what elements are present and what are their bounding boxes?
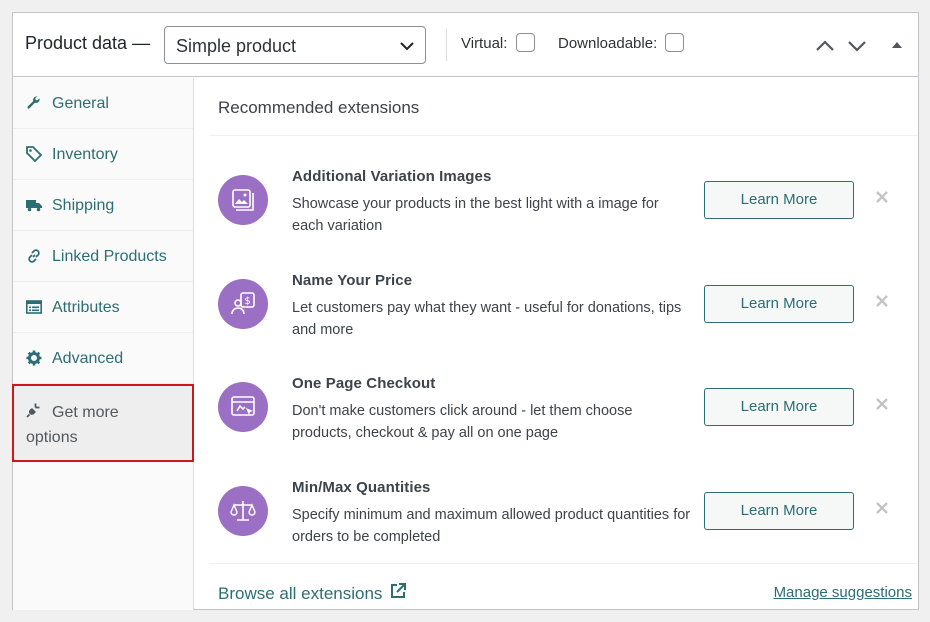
move-down-icon[interactable]: [846, 35, 868, 57]
product-type-select[interactable]: Simple product: [164, 26, 426, 64]
tab-inventory[interactable]: Inventory: [13, 129, 193, 180]
list-card-icon: [26, 300, 42, 314]
tab-label: Advanced: [52, 350, 124, 367]
wrench-icon: [27, 96, 40, 109]
learn-more-button[interactable]: Learn More: [704, 181, 854, 219]
external-link-icon[interactable]: [389, 582, 407, 600]
extension-description: Let customers pay what they want - usefu…: [292, 300, 682, 338]
price-icon: $: [218, 279, 268, 329]
browse-all-extensions-link[interactable]: Browse all extensions: [218, 584, 382, 604]
tab-advanced[interactable]: Advanced: [13, 333, 193, 384]
close-icon[interactable]: [875, 397, 889, 411]
product-data-tabs: General Inventory Shipping Linked Produc…: [12, 78, 194, 610]
tab-label: Linked Products: [52, 248, 167, 265]
learn-more-button[interactable]: Learn More: [704, 388, 854, 426]
tag-icon: [26, 146, 42, 162]
virtual-checkbox[interactable]: [516, 33, 535, 52]
extension-description: Specify minimum and maximum allowed prod…: [292, 507, 691, 545]
extensions-footer: Browse all extensions Manage suggestions: [209, 563, 918, 610]
tab-general[interactable]: General: [13, 78, 193, 129]
panel-header: Product data — Simple product Virtual: D…: [13, 13, 918, 77]
extension-item: One Page Checkout Don't make customers c…: [195, 363, 918, 467]
manage-suggestions-link[interactable]: Manage suggestions: [774, 584, 912, 601]
tab-linked-products[interactable]: Linked Products: [13, 231, 193, 282]
extension-item: Additional Variation Images Showcase you…: [195, 156, 918, 260]
extension-name: Min/Max Quantities: [292, 479, 431, 496]
extension-name: Name Your Price: [292, 272, 413, 289]
learn-more-button[interactable]: Learn More: [704, 285, 854, 323]
extension-name: Additional Variation Images: [292, 168, 492, 185]
section-divider: [209, 135, 918, 136]
scale-icon: [218, 486, 268, 536]
tab-shipping[interactable]: Shipping: [13, 180, 193, 231]
extension-name: One Page Checkout: [292, 375, 436, 392]
checkout-icon: [218, 382, 268, 432]
extension-item: $ Name Your Price Let customers pay what…: [195, 260, 918, 364]
panel-title: Product data —: [25, 33, 151, 53]
learn-more-button[interactable]: Learn More: [704, 492, 854, 530]
tab-label: Attributes: [52, 299, 120, 316]
tab-label: Inventory: [52, 146, 118, 163]
product-type-value: Simple product: [176, 36, 297, 56]
extension-item: Min/Max Quantities Specify minimum and m…: [195, 467, 918, 571]
downloadable-label: Downloadable:: [558, 35, 658, 52]
downloadable-checkbox[interactable]: [665, 33, 684, 52]
close-icon[interactable]: [875, 190, 889, 204]
tab-get-more-options[interactable]: Get more options: [12, 384, 194, 462]
tab-label: General: [52, 95, 109, 112]
move-up-icon[interactable]: [814, 35, 836, 57]
section-title: Recommended extensions: [218, 98, 420, 117]
collapse-toggle-icon[interactable]: [886, 35, 908, 57]
close-icon[interactable]: [875, 294, 889, 308]
tab-label: Shipping: [52, 197, 115, 214]
virtual-label: Virtual:: [461, 35, 508, 52]
extension-description: Showcase your products in the best light…: [292, 196, 659, 234]
recommended-extensions: Recommended extensions Additional Variat…: [195, 78, 918, 610]
product-data-panel: Product data — Simple product Virtual: D…: [12, 12, 919, 610]
truck-icon: [26, 200, 42, 212]
chevron-down-icon: [400, 42, 414, 51]
header-divider: [446, 29, 447, 61]
svg-text:$: $: [244, 296, 250, 307]
close-icon[interactable]: [875, 501, 889, 515]
gear-icon: [26, 350, 42, 366]
images-icon: [218, 175, 268, 225]
link-icon: [28, 249, 40, 263]
extension-description: Don't make customers click around - let …: [292, 403, 633, 441]
tab-label: Get more options: [26, 404, 119, 446]
tab-attributes[interactable]: Attributes: [13, 282, 193, 333]
